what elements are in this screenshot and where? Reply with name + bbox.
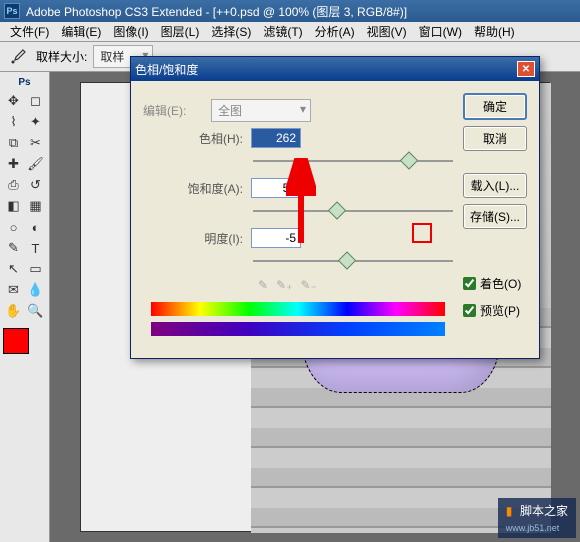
watermark-site: 脚本之家 xyxy=(520,504,568,518)
lasso-tool[interactable]: ⌇ xyxy=(3,112,24,132)
menu-layer[interactable]: 图层(L) xyxy=(155,21,206,42)
menu-image[interactable]: 图像(I) xyxy=(107,21,154,42)
preview-checkbox[interactable]: 预览(P) xyxy=(463,302,527,319)
save-button[interactable]: 存储(S)... xyxy=(463,204,527,229)
eyedropper-add-icon[interactable]: ✎₊ xyxy=(276,278,292,292)
options-label: 取样大小: xyxy=(36,48,87,65)
watermark-url: www.jb51.net xyxy=(506,523,560,533)
menu-filter[interactable]: 滤镜(T) xyxy=(257,21,308,42)
menu-analysis[interactable]: 分析(A) xyxy=(309,21,361,42)
spectrum-bar-bottom xyxy=(151,322,445,336)
shape-tool[interactable]: ▭ xyxy=(25,259,46,279)
eyedropper-sub-icon[interactable]: ✎₋ xyxy=(300,278,316,292)
menu-view[interactable]: 视图(V) xyxy=(361,21,413,42)
lightness-slider[interactable] xyxy=(253,254,453,268)
close-button[interactable]: ✕ xyxy=(517,61,535,77)
saturation-slider-thumb[interactable] xyxy=(328,201,346,219)
brush-tool[interactable]: 🖌 xyxy=(25,154,46,174)
preview-check-input[interactable] xyxy=(463,304,476,317)
load-button[interactable]: 载入(L)... xyxy=(463,173,527,198)
fg-color[interactable] xyxy=(3,328,29,354)
annotation-highlight-box xyxy=(412,223,432,243)
edit-label: 编辑(E): xyxy=(143,102,203,119)
path-tool[interactable]: ↖ xyxy=(3,259,24,279)
eyedropper-set-icon[interactable]: ✎ xyxy=(258,278,268,292)
menu-edit[interactable]: 编辑(E) xyxy=(55,21,107,42)
move-tool[interactable]: ✥ xyxy=(3,91,24,111)
eraser-tool[interactable]: ◧ xyxy=(3,196,24,216)
toolbox: Ps ✥◻ ⌇✦ ⧉✂ ✚🖌 ⎙↺ ◧▦ ○◐ ✎T ↖▭ ✉💧 ✋🔍 xyxy=(0,72,50,542)
hand-tool[interactable]: ✋ xyxy=(3,301,24,321)
watermark: ▮ 脚本之家 www.jb51.net xyxy=(498,498,576,538)
cancel-button[interactable]: 取消 xyxy=(463,126,527,151)
menu-help[interactable]: 帮助(H) xyxy=(468,21,521,42)
ps-logo-small: Ps xyxy=(3,75,46,90)
edit-dropdown[interactable]: 全图 xyxy=(211,99,311,122)
annotation-arrow-icon xyxy=(286,158,316,248)
saturation-slider[interactable] xyxy=(253,204,453,218)
eyedropper-tool[interactable]: 💧 xyxy=(25,280,46,300)
color-swatches[interactable] xyxy=(3,328,43,358)
eyedropper-group: ✎ ✎₊ ✎₋ xyxy=(258,278,453,292)
ps-app-icon: Ps xyxy=(4,3,20,19)
blur-tool[interactable]: ○ xyxy=(3,217,24,237)
app-title-bar: Ps Adobe Photoshop CS3 Extended - [++0.p… xyxy=(0,0,580,22)
crop-tool[interactable]: ⧉ xyxy=(3,133,24,153)
marquee-tool[interactable]: ◻ xyxy=(25,91,46,111)
eyedropper-icon xyxy=(6,45,30,69)
preview-label: 预览(P) xyxy=(480,302,520,319)
hue-input[interactable] xyxy=(251,128,301,148)
hue-label: 色相(H): xyxy=(143,130,243,147)
lightness-slider-thumb[interactable] xyxy=(338,251,356,269)
type-tool[interactable]: T xyxy=(25,238,46,258)
ok-button[interactable]: 确定 xyxy=(463,93,527,120)
menu-bar: 文件(F) 编辑(E) 图像(I) 图层(L) 选择(S) 滤镜(T) 分析(A… xyxy=(0,22,580,42)
menu-file[interactable]: 文件(F) xyxy=(4,21,55,42)
slice-tool[interactable]: ✂ xyxy=(25,133,46,153)
history-brush-tool[interactable]: ↺ xyxy=(25,175,46,195)
saturation-label: 饱和度(A): xyxy=(143,180,243,197)
dialog-title: 色相/饱和度 xyxy=(135,61,198,78)
lightness-label: 明度(I): xyxy=(143,230,243,247)
notes-tool[interactable]: ✉ xyxy=(3,280,24,300)
app-title: Adobe Photoshop CS3 Extended - [++0.psd … xyxy=(26,3,407,20)
colorize-check-input[interactable] xyxy=(463,277,476,290)
colorize-checkbox[interactable]: 着色(O) xyxy=(463,275,527,292)
menu-select[interactable]: 选择(S) xyxy=(205,21,257,42)
stamp-tool[interactable]: ⎙ xyxy=(3,175,24,195)
dodge-tool[interactable]: ◐ xyxy=(25,217,46,237)
spectrum-bar-top xyxy=(151,302,445,316)
hue-slider[interactable] xyxy=(253,154,453,168)
pen-tool[interactable]: ✎ xyxy=(3,238,24,258)
colorize-label: 着色(O) xyxy=(480,275,521,292)
heal-tool[interactable]: ✚ xyxy=(3,154,24,174)
wand-tool[interactable]: ✦ xyxy=(25,112,46,132)
menu-window[interactable]: 窗口(W) xyxy=(413,21,468,42)
hue-slider-thumb[interactable] xyxy=(400,151,418,169)
dialog-title-bar[interactable]: 色相/饱和度 ✕ xyxy=(131,57,539,81)
watermark-icon: ▮ xyxy=(506,504,513,518)
gradient-tool[interactable]: ▦ xyxy=(25,196,46,216)
zoom-tool[interactable]: 🔍 xyxy=(25,301,46,321)
hue-saturation-dialog: 色相/饱和度 ✕ 编辑(E): 全图 色相(H): 饱和度(A): xyxy=(130,56,540,359)
